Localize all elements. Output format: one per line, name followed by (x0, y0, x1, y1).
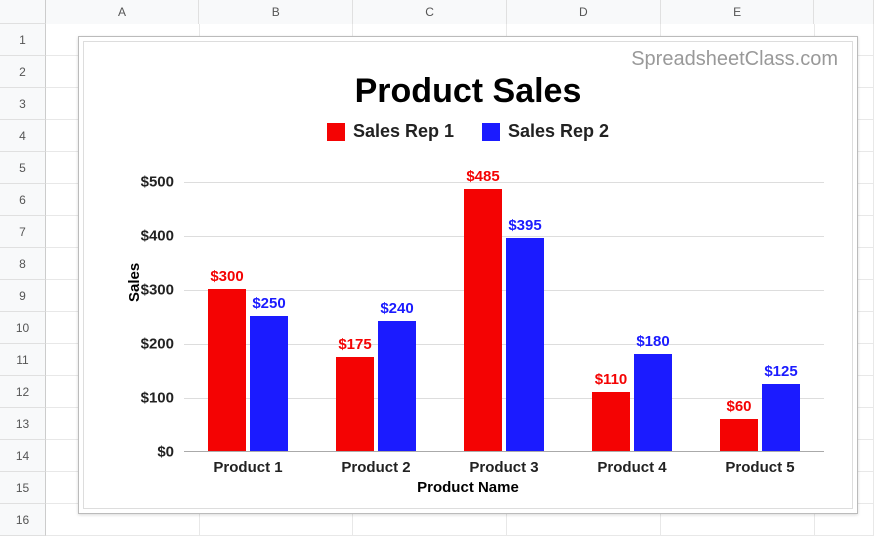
watermark: SpreadsheetClass.com (631, 48, 838, 71)
gridline (184, 290, 824, 291)
y-tick-label: $0 (114, 444, 174, 461)
column-header[interactable]: D (507, 0, 661, 24)
y-tick-label: $500 (114, 174, 174, 191)
row-header[interactable]: 8 (0, 248, 46, 280)
bar-value-label: $485 (443, 168, 523, 185)
row-header[interactable]: 4 (0, 120, 46, 152)
y-tick-label: $200 (114, 336, 174, 353)
row-header[interactable]: 11 (0, 344, 46, 376)
plot-area: $0$100$200$300$400$500$300$250Product 1$… (184, 182, 824, 452)
category-label: Product 4 (572, 459, 692, 476)
legend-swatch (482, 123, 500, 141)
y-tick-label: $100 (114, 390, 174, 407)
category-label: Product 5 (700, 459, 820, 476)
row-header[interactable]: 7 (0, 216, 46, 248)
row-header[interactable]: 5 (0, 152, 46, 184)
column-header[interactable] (814, 0, 874, 24)
bar (634, 354, 672, 451)
legend-item: Sales Rep 1 (327, 121, 454, 142)
bar (592, 392, 630, 451)
bar (250, 316, 288, 451)
row-header[interactable]: 14 (0, 440, 46, 472)
bar (336, 357, 374, 452)
plot: $0$100$200$300$400$500$300$250Product 1$… (184, 182, 824, 452)
y-tick-label: $400 (114, 228, 174, 245)
row-header[interactable]: 12 (0, 376, 46, 408)
category-label: Product 2 (316, 459, 436, 476)
legend-label: Sales Rep 2 (508, 121, 609, 142)
column-header[interactable]: A (46, 0, 200, 24)
select-all-corner[interactable] (0, 0, 46, 24)
column-header[interactable]: C (353, 0, 507, 24)
bar (720, 419, 758, 451)
bar-value-label: $240 (357, 300, 437, 317)
category-label: Product 1 (188, 459, 308, 476)
bar (762, 384, 800, 452)
bar (378, 321, 416, 451)
bar-value-label: $180 (613, 333, 693, 350)
column-header[interactable]: E (661, 0, 815, 24)
y-tick-label: $300 (114, 282, 174, 299)
chart-object[interactable]: SpreadsheetClass.com Product Sales Sales… (78, 36, 858, 514)
gridline (184, 236, 824, 237)
chart-inner: SpreadsheetClass.com Product Sales Sales… (83, 41, 853, 509)
legend-item: Sales Rep 2 (482, 121, 609, 142)
row-header[interactable]: 2 (0, 56, 46, 88)
column-headers: ABCDE (0, 0, 874, 24)
row-header[interactable]: 1 (0, 24, 46, 56)
spreadsheet: ABCDE 12345678910111213141516 Spreadshee… (0, 0, 874, 537)
row-header[interactable]: 16 (0, 504, 46, 536)
chart-title: Product Sales (84, 72, 852, 111)
row-header[interactable]: 10 (0, 312, 46, 344)
x-axis-label: Product Name (84, 479, 852, 496)
legend-swatch (327, 123, 345, 141)
row-header[interactable]: 3 (0, 88, 46, 120)
bar-value-label: $395 (485, 217, 565, 234)
row-header[interactable]: 9 (0, 280, 46, 312)
row-header[interactable]: 15 (0, 472, 46, 504)
legend: Sales Rep 1 Sales Rep 2 (84, 121, 852, 146)
bar-value-label: $125 (741, 363, 821, 380)
legend-label: Sales Rep 1 (353, 121, 454, 142)
row-header[interactable]: 6 (0, 184, 46, 216)
column-header[interactable]: B (199, 0, 353, 24)
row-headers: 12345678910111213141516 (0, 24, 46, 536)
category-label: Product 3 (444, 459, 564, 476)
bar-value-label: $250 (229, 295, 309, 312)
bar (506, 238, 544, 451)
row-header[interactable]: 13 (0, 408, 46, 440)
bar (208, 289, 246, 451)
bar-value-label: $300 (187, 268, 267, 285)
